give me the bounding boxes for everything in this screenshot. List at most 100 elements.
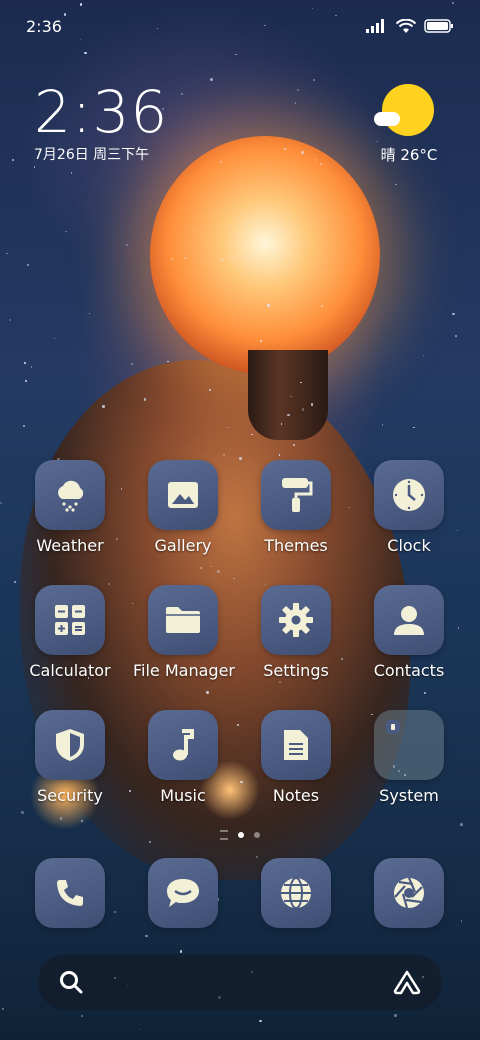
star <box>451 312 455 316</box>
app-label: Calculator <box>29 661 111 680</box>
star <box>301 150 304 154</box>
star <box>312 78 315 81</box>
page-dot-active[interactable] <box>238 832 244 838</box>
weather-widget[interactable]: 晴 26°C <box>374 84 444 165</box>
app-themes[interactable]: Themes <box>246 460 346 555</box>
page-indicator[interactable] <box>0 830 480 840</box>
star <box>24 362 26 365</box>
app-clock[interactable]: Clock <box>359 460 459 555</box>
cloud-icon <box>374 112 400 126</box>
app-calculator[interactable]: Calculator <box>20 585 120 680</box>
star <box>287 413 290 417</box>
app-label: Music <box>160 786 206 805</box>
star <box>452 1 454 4</box>
system-folder-icon <box>374 710 444 780</box>
app-label: Weather <box>36 536 104 555</box>
star <box>64 230 67 233</box>
star <box>120 488 122 490</box>
widget-time: 2:36 <box>34 78 169 146</box>
app-weather[interactable]: Weather <box>20 460 120 555</box>
weather-text: 晴 26°C <box>380 146 438 164</box>
star <box>423 692 426 694</box>
app-music[interactable]: Music <box>133 710 233 805</box>
star <box>22 424 26 427</box>
contacts-icon <box>374 585 444 655</box>
star <box>1 1007 4 1011</box>
clock-widget[interactable]: 2:36 7月26日 周三下午 <box>34 80 168 164</box>
app-folder-system[interactable]: System <box>359 710 459 805</box>
star <box>9 319 12 322</box>
star <box>217 569 220 573</box>
star <box>179 950 183 953</box>
star <box>394 1014 397 1017</box>
mini-app-icon <box>386 720 400 734</box>
dock-phone[interactable] <box>20 858 120 928</box>
star <box>260 340 262 342</box>
star <box>294 102 297 104</box>
star <box>278 454 280 456</box>
page-list-icon[interactable] <box>220 830 228 840</box>
star <box>233 577 235 579</box>
star <box>259 1019 262 1022</box>
star <box>167 360 169 362</box>
signal-icon <box>366 19 384 33</box>
app-label: Contacts <box>373 661 445 680</box>
lightbulb-glow <box>150 136 380 374</box>
star <box>30 366 32 368</box>
themes-icon <box>261 460 331 530</box>
app-security[interactable]: Security <box>20 710 120 805</box>
calculator-icon <box>35 585 105 655</box>
search-icon[interactable] <box>58 969 84 995</box>
camera-icon <box>374 858 444 928</box>
star <box>180 93 183 96</box>
star <box>205 690 209 694</box>
app-gallery[interactable]: Gallery <box>133 460 233 555</box>
dock-messages[interactable] <box>133 858 233 928</box>
sun-icon <box>374 84 434 136</box>
app-label: Clock <box>387 536 431 555</box>
dock-browser[interactable] <box>246 858 346 928</box>
star <box>79 3 83 6</box>
widget-date: 7月26日 周三下午 <box>34 147 150 163</box>
star <box>143 397 147 401</box>
star <box>81 1015 83 1018</box>
weather-icon <box>35 460 105 530</box>
app-label: Themes <box>264 536 328 555</box>
star <box>11 159 15 162</box>
page-dot[interactable] <box>254 832 260 838</box>
app-label: Gallery <box>154 536 212 555</box>
star <box>131 363 134 365</box>
star <box>459 822 463 826</box>
app-settings[interactable]: Settings <box>246 585 346 680</box>
dock-camera[interactable] <box>359 858 459 928</box>
star <box>88 313 90 315</box>
music-icon <box>148 710 218 780</box>
star <box>24 380 27 382</box>
star <box>27 264 29 267</box>
app-notes[interactable]: Notes <box>246 710 346 805</box>
app-contacts[interactable]: Contacts <box>359 585 459 680</box>
search-bar[interactable] <box>38 954 442 1010</box>
app-file-manager[interactable]: File Manager <box>133 585 235 680</box>
star <box>227 427 229 429</box>
star <box>209 77 213 81</box>
assistant-icon[interactable] <box>392 969 422 995</box>
star <box>313 158 316 162</box>
phone-icon <box>35 858 105 928</box>
star <box>102 405 105 408</box>
status-bar: 2:36 <box>26 14 454 38</box>
star <box>0 501 2 504</box>
star <box>80 38 82 40</box>
star <box>395 183 397 186</box>
battery-icon <box>424 19 453 33</box>
wifi-icon <box>396 18 416 33</box>
star <box>283 147 286 151</box>
star <box>210 565 212 567</box>
folder-icon <box>148 585 218 655</box>
gear-icon <box>261 585 331 655</box>
star <box>223 454 226 456</box>
star <box>290 395 292 397</box>
star <box>199 566 202 570</box>
star <box>280 423 283 425</box>
star <box>53 337 55 340</box>
